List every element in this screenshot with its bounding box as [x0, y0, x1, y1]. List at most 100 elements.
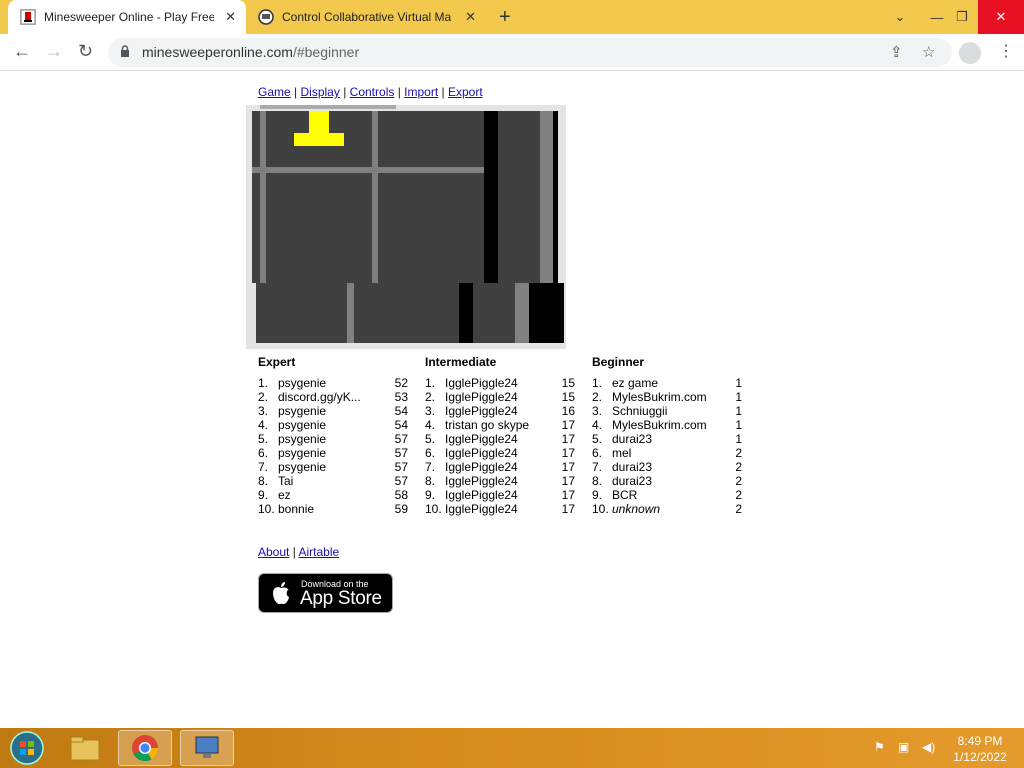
- bookmark-star-icon[interactable]: ☆: [922, 43, 935, 61]
- score-player-name: mel: [612, 446, 632, 460]
- score-row: 8. durai23 2: [592, 474, 742, 488]
- score-player-name: bonnie: [278, 502, 315, 516]
- score-row: 10. unknown 2: [592, 502, 742, 516]
- nav-display-link[interactable]: Display: [301, 85, 340, 99]
- tab-close-icon[interactable]: ✕: [465, 9, 476, 25]
- restore-icon[interactable]: ❐: [945, 0, 979, 34]
- score-row: 1. IgglePiggle24 15: [425, 376, 575, 390]
- app-store-badge[interactable]: Download on the App Store: [258, 573, 393, 613]
- score-player-name: MylesBukrim.com: [612, 418, 707, 432]
- score-time: 57: [394, 474, 408, 488]
- taskbar-chrome[interactable]: [118, 730, 172, 766]
- beginner-scores: Beginner 1. ez game 1 2. MylesBukrim.com 1 3. S…: [592, 355, 742, 516]
- score-rank: 9.: [258, 488, 269, 502]
- back-icon[interactable]: ←: [13, 41, 31, 62]
- start-button[interactable]: [0, 730, 54, 766]
- score-row: 7. psygenie 57: [258, 460, 408, 474]
- tab-title: Control Collaborative Virtual Ma: [282, 10, 452, 24]
- forward-icon[interactable]: →: [45, 41, 63, 62]
- score-time: 17: [561, 418, 575, 432]
- expert-scores: Expert 1. psygenie 52 2. discord.gg/yK... 53 3…: [258, 355, 408, 516]
- score-row: 2. MylesBukrim.com 1: [592, 390, 742, 404]
- taskbar-remote-app[interactable]: [180, 730, 234, 766]
- score-rank: 3.: [425, 404, 436, 418]
- score-row: 3. IgglePiggle24 16: [425, 404, 575, 418]
- nav-import-link[interactable]: Import: [404, 85, 438, 99]
- tab-close-icon[interactable]: ✕: [225, 9, 236, 25]
- score-player-name: IgglePiggle24: [445, 460, 518, 474]
- score-player-name: IgglePiggle24: [445, 404, 518, 418]
- nav-game-link[interactable]: Game: [258, 85, 291, 99]
- score-row: 4. tristan go skype 17: [425, 418, 575, 432]
- score-row: 6. IgglePiggle24 17: [425, 446, 575, 460]
- score-time: 2: [735, 460, 742, 474]
- score-rank: 3.: [592, 404, 603, 418]
- score-time: 58: [394, 488, 408, 502]
- score-time: 17: [561, 488, 575, 502]
- score-player-name: MylesBukrim.com: [612, 390, 707, 404]
- nav-export-link[interactable]: Export: [448, 85, 483, 99]
- game-board[interactable]: [246, 105, 566, 349]
- score-row: 6. psygenie 57: [258, 446, 408, 460]
- tab-search-chevron-icon[interactable]: ⌄: [882, 0, 918, 34]
- tab-title: Minesweeper Online - Play Free O: [44, 10, 214, 24]
- score-row: 4. MylesBukrim.com 1: [592, 418, 742, 432]
- url-text: minesweeperonline.com/#beginner: [142, 44, 360, 60]
- score-time: 2: [735, 502, 742, 516]
- score-rank: 4.: [592, 418, 603, 432]
- profile-avatar-icon[interactable]: [959, 42, 981, 64]
- score-row: 10. IgglePiggle24 17: [425, 502, 575, 516]
- score-row: 4. psygenie 54: [258, 418, 408, 432]
- network-tray-icon[interactable]: ▣: [898, 740, 909, 754]
- appstore-big-text: App Store: [300, 588, 382, 609]
- tab-control-collaborative[interactable]: Control Collaborative Virtual Ma ✕: [248, 0, 486, 34]
- score-rank: 6.: [592, 446, 603, 460]
- score-rank: 8.: [592, 474, 603, 488]
- tab-minesweeper[interactable]: Minesweeper Online - Play Free O ✕: [8, 0, 246, 34]
- intermediate-scores: Intermediate 1. IgglePiggle24 15 2. IgglePig…: [425, 355, 575, 516]
- share-icon[interactable]: ⇪: [890, 43, 903, 61]
- score-player-name: Schniuggii: [612, 404, 668, 418]
- score-rank: 1.: [592, 376, 603, 390]
- browser-menu-icon[interactable]: ⋮: [998, 41, 1014, 61]
- score-player-name: durai23: [612, 474, 653, 488]
- score-time: 15: [561, 390, 575, 404]
- address-bar[interactable]: minesweeperonline.com/#beginner ⇪ ☆: [108, 38, 952, 67]
- windows-start-icon: [10, 731, 44, 765]
- browser-toolbar: ← → ↻ minesweeperonline.com/#beginner ⇪ …: [0, 34, 1024, 71]
- score-rank: 9.: [425, 488, 436, 502]
- score-row: 7. IgglePiggle24 17: [425, 460, 575, 474]
- nav-controls-link[interactable]: Controls: [350, 85, 395, 99]
- reload-icon[interactable]: ↻: [78, 41, 93, 62]
- score-player-name: psygenie: [278, 376, 327, 390]
- chrome-icon: [132, 735, 159, 762]
- score-player-name: psygenie: [278, 404, 327, 418]
- score-rank: 7.: [592, 460, 603, 474]
- score-row: 5. psygenie 57: [258, 432, 408, 446]
- flag-tray-icon[interactable]: ⚑: [874, 740, 885, 754]
- score-rank: 10.: [258, 502, 275, 516]
- score-time: 59: [394, 502, 408, 516]
- score-player-name: Tai: [278, 474, 294, 488]
- score-row: 3. Schniuggii 1: [592, 404, 742, 418]
- browser-tabbar: Minesweeper Online - Play Free O ✕ Contr…: [0, 0, 1024, 34]
- window-close-icon[interactable]: ✕: [978, 0, 1024, 34]
- score-player-name: IgglePiggle24: [445, 474, 518, 488]
- score-player-name: unknown: [612, 502, 661, 516]
- score-rank: 10.: [425, 502, 442, 516]
- taskbar-clock[interactable]: 8:49 PM 1/12/2022: [948, 733, 1012, 765]
- score-player-name: IgglePiggle24: [445, 502, 518, 516]
- score-time: 17: [561, 474, 575, 488]
- airtable-link[interactable]: Airtable: [299, 545, 340, 559]
- new-tab-icon[interactable]: +: [499, 6, 511, 29]
- score-time: 57: [394, 446, 408, 460]
- score-row: 6. mel 2: [592, 446, 742, 460]
- about-link[interactable]: About: [258, 545, 289, 559]
- volume-tray-icon[interactable]: ◀): [922, 740, 935, 754]
- score-time: 1: [735, 376, 742, 390]
- lock-icon: [121, 45, 129, 57]
- score-rank: 6.: [425, 446, 436, 460]
- windows-taskbar: ⚑ ▣ ◀) 8:49 PM 1/12/2022: [0, 728, 1024, 768]
- score-player-name: psygenie: [278, 432, 327, 446]
- taskbar-explorer[interactable]: [58, 730, 112, 766]
